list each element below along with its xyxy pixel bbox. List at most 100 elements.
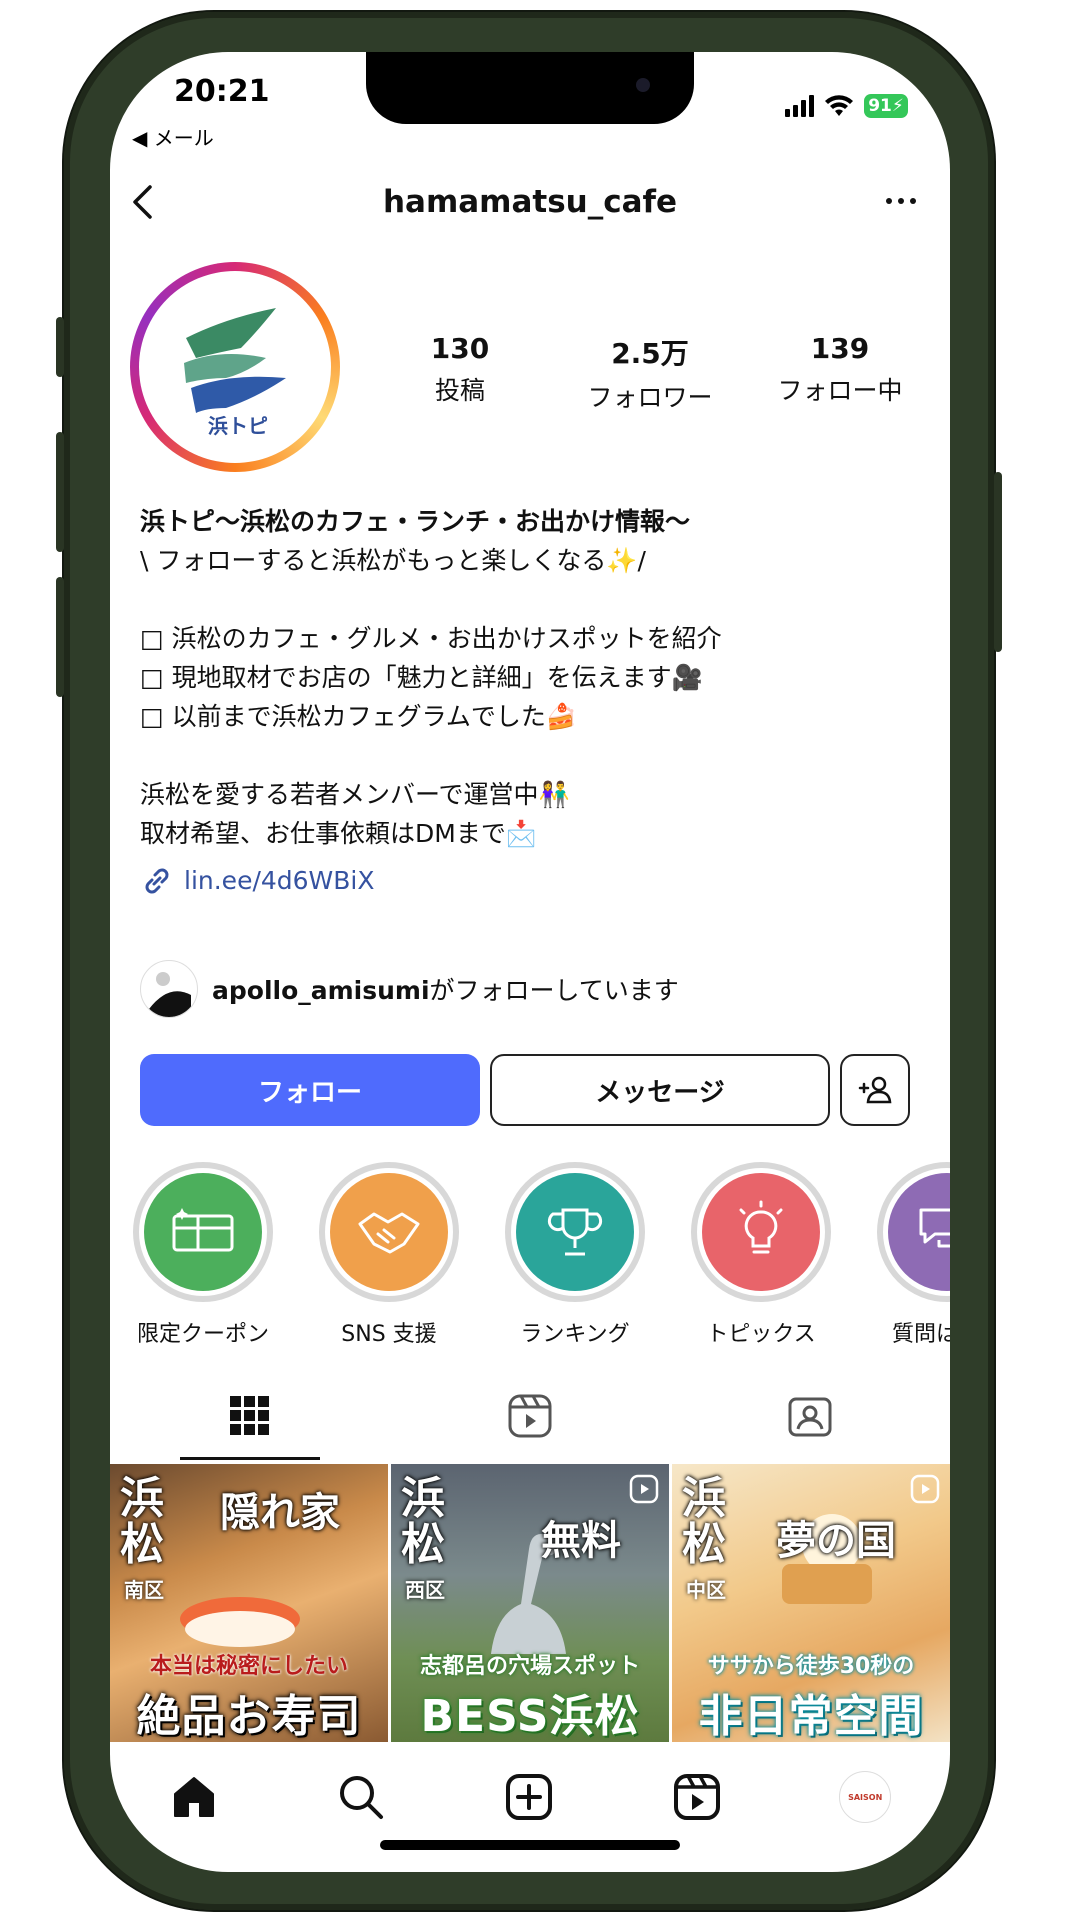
stat-posts[interactable]: 130 投稿 bbox=[365, 332, 555, 414]
stat-label: フォロワー bbox=[587, 383, 713, 412]
bio-line: □ 浜松のカフェ・グルメ・お出かけスポットを紹介 bbox=[140, 624, 722, 653]
hamatopi-logo-icon: 浜トピ bbox=[184, 308, 286, 438]
profile-avatar-nav[interactable]: SAISON bbox=[839, 1771, 892, 1823]
bio-line bbox=[140, 580, 920, 619]
tab-tagged[interactable] bbox=[670, 1372, 950, 1460]
suggest-user-button[interactable] bbox=[840, 1054, 910, 1126]
sushi-image-icon bbox=[180, 1597, 300, 1647]
trophy-icon bbox=[547, 1208, 603, 1256]
post-caption-top: 志都呂の穴場スポット bbox=[419, 1654, 640, 1679]
post-thumbnail[interactable]: 浜 松 中区 夢の国 ササから徒歩30秒の 非日常空間 bbox=[672, 1464, 950, 1742]
post-tag: 夢の国 bbox=[776, 1518, 896, 1564]
tagged-person-icon bbox=[788, 1397, 832, 1437]
mutual-follower-avatar[interactable] bbox=[140, 960, 198, 1018]
highlight-topics[interactable]: トピックス bbox=[686, 1162, 836, 1348]
wifi-icon bbox=[825, 95, 853, 116]
bio-line: 取材希望、お仕事依頼はDMまで📩 bbox=[140, 819, 537, 848]
home-icon[interactable] bbox=[169, 1772, 219, 1822]
stat-label: フォロー中 bbox=[777, 376, 903, 405]
post-ward: 西区 bbox=[405, 1578, 445, 1602]
post-caption-top: ササから徒歩30秒の bbox=[707, 1654, 915, 1679]
posts-grid: 浜 松 南区 隠れ家 本当は秘密にしたい 絶品お寿司 浜 松 西区 無料 志都呂… bbox=[110, 1464, 950, 1742]
profile-stats: 130 投稿 2.5万 フォロワー 139 フォロー中 bbox=[365, 332, 935, 414]
bio-line: □ 以前まで浜松カフェグラムでした🍰 bbox=[140, 702, 577, 731]
power-button bbox=[994, 472, 1002, 652]
bio-name: 浜トピ〜浜松のカフェ・ランチ・お出かけ情報〜 bbox=[140, 507, 691, 536]
bio-link[interactable]: lin.ee/4d6WBiX bbox=[140, 861, 920, 900]
stat-following[interactable]: 139 フォロー中 bbox=[745, 332, 935, 414]
mutual-text: がフォローしています bbox=[429, 976, 679, 1005]
tab-posts-grid[interactable] bbox=[110, 1372, 390, 1460]
profile-actions: フォロー メッセージ bbox=[140, 1054, 930, 1126]
front-camera bbox=[636, 78, 650, 92]
stat-label: 投稿 bbox=[434, 376, 485, 405]
post-ward: 中区 bbox=[686, 1578, 726, 1602]
bottom-nav: SAISON bbox=[110, 1752, 950, 1842]
stat-followers[interactable]: 2.5万 フォロワー bbox=[555, 332, 745, 414]
status-icons: 91⚡ bbox=[785, 92, 908, 120]
mute-switch bbox=[56, 317, 64, 377]
post-caption-main: 非日常空間 bbox=[698, 1691, 924, 1742]
search-icon[interactable] bbox=[336, 1772, 386, 1822]
reels-icon bbox=[508, 1394, 552, 1438]
home-indicator[interactable] bbox=[380, 1840, 680, 1850]
add-person-icon bbox=[858, 1076, 892, 1104]
volume-down-button bbox=[56, 577, 64, 697]
highlight-ranking[interactable]: ランキング bbox=[500, 1162, 650, 1348]
highlight-questions[interactable]: 質問はこち bbox=[872, 1162, 950, 1348]
lightbulb-icon bbox=[739, 1200, 783, 1254]
highlight-coupon[interactable]: 限定クーポン bbox=[128, 1162, 278, 1348]
post-area: 浜 松 bbox=[682, 1473, 726, 1570]
reel-badge-icon bbox=[629, 1474, 659, 1504]
story-highlights: 限定クーポン SNS 支援 ランキング トピックス 質問は bbox=[128, 1162, 950, 1348]
screen: 20:21 ◀ メール 91⚡ hamamatsu_cafe 浜トピ 130 投… bbox=[110, 52, 950, 1872]
bio-line: \ フォローすると浜松がもっと楽しくなる✨/ bbox=[140, 546, 646, 575]
coupon-icon bbox=[172, 1208, 234, 1252]
follow-button[interactable]: フォロー bbox=[140, 1054, 480, 1126]
battery-indicator: 91⚡ bbox=[864, 94, 908, 118]
profile-avatar[interactable]: 浜トピ bbox=[130, 262, 340, 472]
post-thumbnail[interactable]: 浜 松 西区 無料 志都呂の穴場スポット BESS浜松 bbox=[391, 1464, 669, 1742]
post-caption-top: 本当は秘密にしたい bbox=[149, 1654, 348, 1679]
post-area: 浜 松 bbox=[401, 1473, 445, 1570]
highlight-label: 限定クーポン bbox=[136, 1322, 269, 1347]
back-arrow-icon[interactable] bbox=[128, 184, 160, 220]
stat-value: 2.5万 bbox=[611, 337, 689, 370]
back-to-app-link[interactable]: ◀ メール bbox=[132, 122, 214, 151]
post-caption-main: BESS浜松 bbox=[420, 1691, 640, 1742]
bio-line: □ 現地取材でお店の「魅力と詳細」を伝えます🎥 bbox=[140, 663, 703, 692]
bio-link-text[interactable]: lin.ee/4d6WBiX bbox=[184, 861, 375, 900]
bio-line: 浜松を愛する若者メンバーで運営中👫 bbox=[140, 780, 570, 809]
post-thumbnail[interactable]: 浜 松 南区 隠れ家 本当は秘密にしたい 絶品お寿司 bbox=[110, 1464, 388, 1742]
highlight-label: トピックス bbox=[706, 1322, 816, 1347]
post-tag: 無料 bbox=[541, 1518, 621, 1564]
svg-text:浜トピ: 浜トピ bbox=[208, 414, 268, 438]
post-area: 浜 松 bbox=[120, 1473, 164, 1570]
message-button[interactable]: メッセージ bbox=[490, 1054, 830, 1126]
tab-reels[interactable] bbox=[390, 1372, 670, 1460]
status-time: 20:21 bbox=[174, 74, 270, 109]
username-title: hamamatsu_cafe bbox=[382, 184, 678, 220]
link-icon bbox=[145, 868, 169, 893]
post-tag: 隠れ家 bbox=[220, 1490, 340, 1536]
reels-nav-icon[interactable] bbox=[672, 1772, 722, 1822]
highlight-label: ランキング bbox=[520, 1322, 630, 1347]
stat-value: 130 bbox=[430, 332, 490, 365]
post-ward: 南区 bbox=[124, 1578, 164, 1602]
post-caption-main: 絶品お寿司 bbox=[136, 1691, 362, 1742]
grid-icon bbox=[230, 1396, 269, 1435]
cellular-signal-icon bbox=[785, 95, 814, 117]
profile-bio: 浜トピ〜浜松のカフェ・ランチ・お出かけ情報〜 \ フォローすると浜松がもっと楽し… bbox=[140, 502, 920, 900]
mutual-followers[interactable]: apollo_amisumiがフォローしています bbox=[140, 960, 679, 1018]
mutual-username[interactable]: apollo_amisumi bbox=[212, 976, 430, 1005]
handshake-icon bbox=[358, 1212, 420, 1254]
chat-bubble-icon bbox=[919, 1208, 950, 1248]
profile-header: hamamatsu_cafe bbox=[110, 164, 950, 240]
highlight-label: SNS 支援 bbox=[341, 1322, 437, 1347]
stat-value: 139 bbox=[810, 332, 870, 365]
highlight-sns[interactable]: SNS 支援 bbox=[314, 1162, 464, 1348]
new-post-icon[interactable] bbox=[504, 1772, 554, 1822]
reel-badge-icon bbox=[910, 1474, 940, 1504]
more-options-icon[interactable] bbox=[886, 198, 916, 204]
volume-up-button bbox=[56, 432, 64, 552]
